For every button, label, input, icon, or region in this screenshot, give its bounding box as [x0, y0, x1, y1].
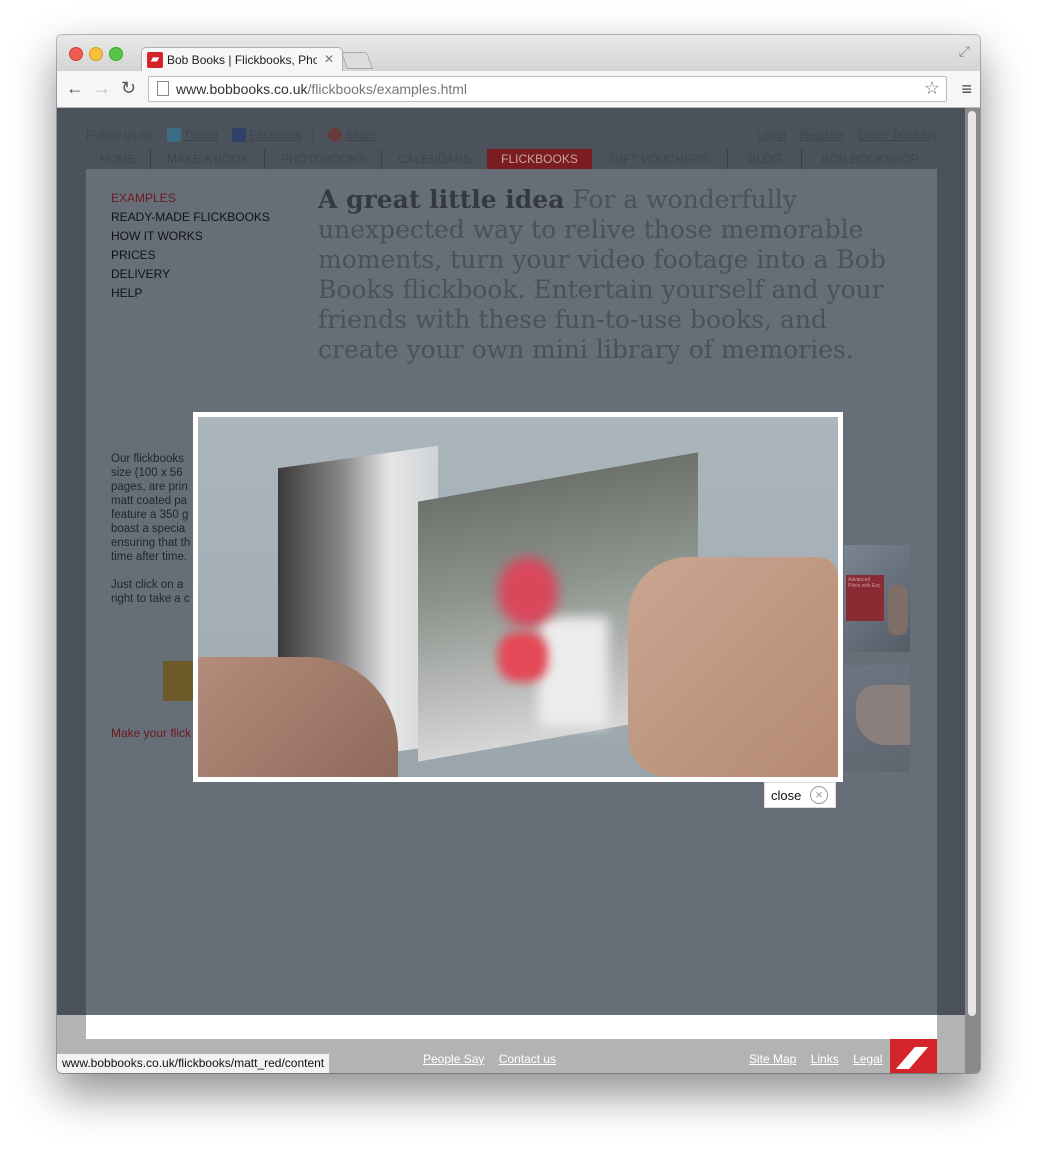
tab-close-icon[interactable]: ✕ — [324, 52, 334, 66]
sidenav-prices[interactable]: PRICES — [111, 246, 270, 265]
content-bottom-strip — [86, 1015, 937, 1039]
bobbooks-logo[interactable] — [890, 1039, 937, 1073]
footer-people-say-link[interactable]: People Say — [423, 1052, 484, 1066]
bobbooks-favicon-icon: ▰ — [147, 52, 163, 68]
example-thumbnail-2[interactable] — [844, 665, 910, 772]
minimize-window-button[interactable] — [89, 47, 103, 61]
logo-mark-icon — [896, 1047, 928, 1069]
sidenav-how-it-works[interactable]: HOW IT WORKS — [111, 227, 270, 246]
separator: | — [311, 128, 315, 142]
thumbnail-hand — [888, 585, 908, 635]
close-label: close — [771, 788, 802, 803]
video-figure — [538, 617, 608, 727]
twitter-link[interactable]: Twitter — [184, 128, 219, 142]
forward-arrow-icon[interactable]: → — [93, 78, 111, 99]
facebook-link[interactable]: Facebook — [249, 128, 302, 142]
account-links: Login Register Order Tracking — [747, 128, 937, 142]
footer-site-map-link[interactable]: Site Map — [749, 1052, 796, 1066]
tab-title: Bob Books | Flickbooks, Photo — [167, 53, 317, 67]
title-bar: ▰ Bob Books | Flickbooks, Photo ✕ ⤢ — [57, 35, 980, 73]
bookmark-star-icon[interactable]: ☆ — [924, 78, 940, 99]
url-path: /flickbooks/examples.html — [307, 81, 468, 97]
sidenav-help[interactable]: HELP — [111, 284, 270, 303]
thumbnail-hand — [856, 685, 910, 745]
footer-links-right: Site Map Links Legal — [749, 1052, 893, 1066]
browser-tab-active[interactable]: ▰ Bob Books | Flickbooks, Photo ✕ — [141, 47, 343, 73]
register-link[interactable]: Register — [800, 128, 845, 142]
make-flickbook-link[interactable]: Make your flick — [111, 726, 191, 740]
footer-legal-link[interactable]: Legal — [853, 1052, 882, 1066]
footer-links-link[interactable]: Links — [811, 1052, 839, 1066]
flickbook-video[interactable] — [198, 417, 838, 777]
lightbox-close-button[interactable]: close × — [764, 782, 836, 808]
nav-make-a-book[interactable]: MAKE A BOOK — [150, 149, 265, 169]
nav-bob-bookshop[interactable]: BOB BOOKSHOP — [801, 149, 938, 169]
reload-icon[interactable]: ↻ — [121, 78, 136, 99]
video-hand — [628, 557, 838, 777]
browser-toolbar: ← → ↻ www.bobbooks.co.uk/flickbooks/exam… — [57, 71, 980, 108]
video-figure-red — [498, 632, 548, 682]
video-lightbox — [193, 412, 843, 782]
sidenav-ready-made[interactable]: READY-MADE FLICKBOOKS — [111, 208, 270, 227]
book-icon[interactable] — [163, 661, 193, 701]
login-link[interactable]: Login — [757, 128, 786, 142]
footer-links-left: People Say Contact us — [423, 1052, 567, 1066]
description-paragraph: Our flickbooks size (100 x 56 pages, are… — [111, 453, 191, 563]
page-headline: A great little idea For a wonderfully un… — [318, 185, 903, 365]
main-nav: HOME MAKE A BOOK PHOTOBOOKS CALENDARS FL… — [86, 149, 937, 169]
browser-menu-icon[interactable]: ≡ — [961, 79, 972, 100]
address-bar[interactable]: www.bobbooks.co.uk/flickbooks/examples.h… — [148, 76, 947, 102]
browser-window: ▰ Bob Books | Flickbooks, Photo ✕ ⤢ ← → … — [57, 35, 980, 1073]
side-nav: EXAMPLES READY-MADE FLICKBOOKS HOW IT WO… — [111, 189, 270, 303]
share-link[interactable]: Share — [345, 128, 377, 142]
nav-calendars[interactable]: CALENDARS — [381, 149, 487, 169]
thumbnail-card: Advanced Pilots with Eric — [846, 575, 884, 621]
twitter-icon[interactable] — [166, 128, 181, 142]
url-domain: www.bobbooks.co.uk — [176, 81, 308, 97]
fullscreen-icon[interactable]: ⤢ — [959, 43, 970, 60]
sidenav-examples[interactable]: EXAMPLES — [111, 189, 270, 208]
footer-contact-link[interactable]: Contact us — [499, 1052, 556, 1066]
nav-flickbooks[interactable]: FLICKBOOKS — [487, 149, 592, 169]
example-thumbnail-1[interactable]: Advanced Pilots with Eric — [844, 545, 910, 652]
follow-label: Follow us on — [86, 128, 154, 142]
status-bar: www.bobbooks.co.uk/flickbooks/matt_red/c… — [57, 1053, 331, 1073]
zoom-window-button[interactable] — [109, 47, 123, 61]
page-viewport: Follow us on Twitter Facebook | Share Lo… — [57, 108, 980, 1073]
facebook-icon[interactable] — [232, 128, 247, 142]
back-arrow-icon[interactable]: ← — [66, 78, 84, 99]
page-icon — [157, 81, 169, 96]
share-icon[interactable] — [327, 128, 342, 142]
vertical-scrollbar[interactable] — [965, 108, 980, 1073]
video-figure-red — [498, 557, 558, 627]
nav-blog[interactable]: BLOG — [727, 149, 802, 169]
order-tracking-link[interactable]: Order Tracking — [858, 128, 937, 142]
click-instruction: Just click on a right to take a c — [111, 579, 190, 605]
headline-bold: A great little idea — [318, 185, 565, 214]
close-window-button[interactable] — [69, 47, 83, 61]
nav-photobooks[interactable]: PHOTOBOOKS — [264, 149, 382, 169]
social-follow-bar: Follow us on Twitter Facebook | Share — [86, 128, 377, 142]
close-circle-icon[interactable]: × — [810, 786, 828, 804]
scrollbar-thumb[interactable] — [968, 111, 976, 1016]
nav-gift-vouchers[interactable]: GIFT VOUCHERS — [592, 149, 727, 169]
new-tab-button[interactable] — [340, 52, 374, 69]
url-text[interactable]: www.bobbooks.co.uk/flickbooks/examples.h… — [176, 81, 467, 97]
sidenav-delivery[interactable]: DELIVERY — [111, 265, 270, 284]
nav-home[interactable]: HOME — [86, 149, 150, 169]
